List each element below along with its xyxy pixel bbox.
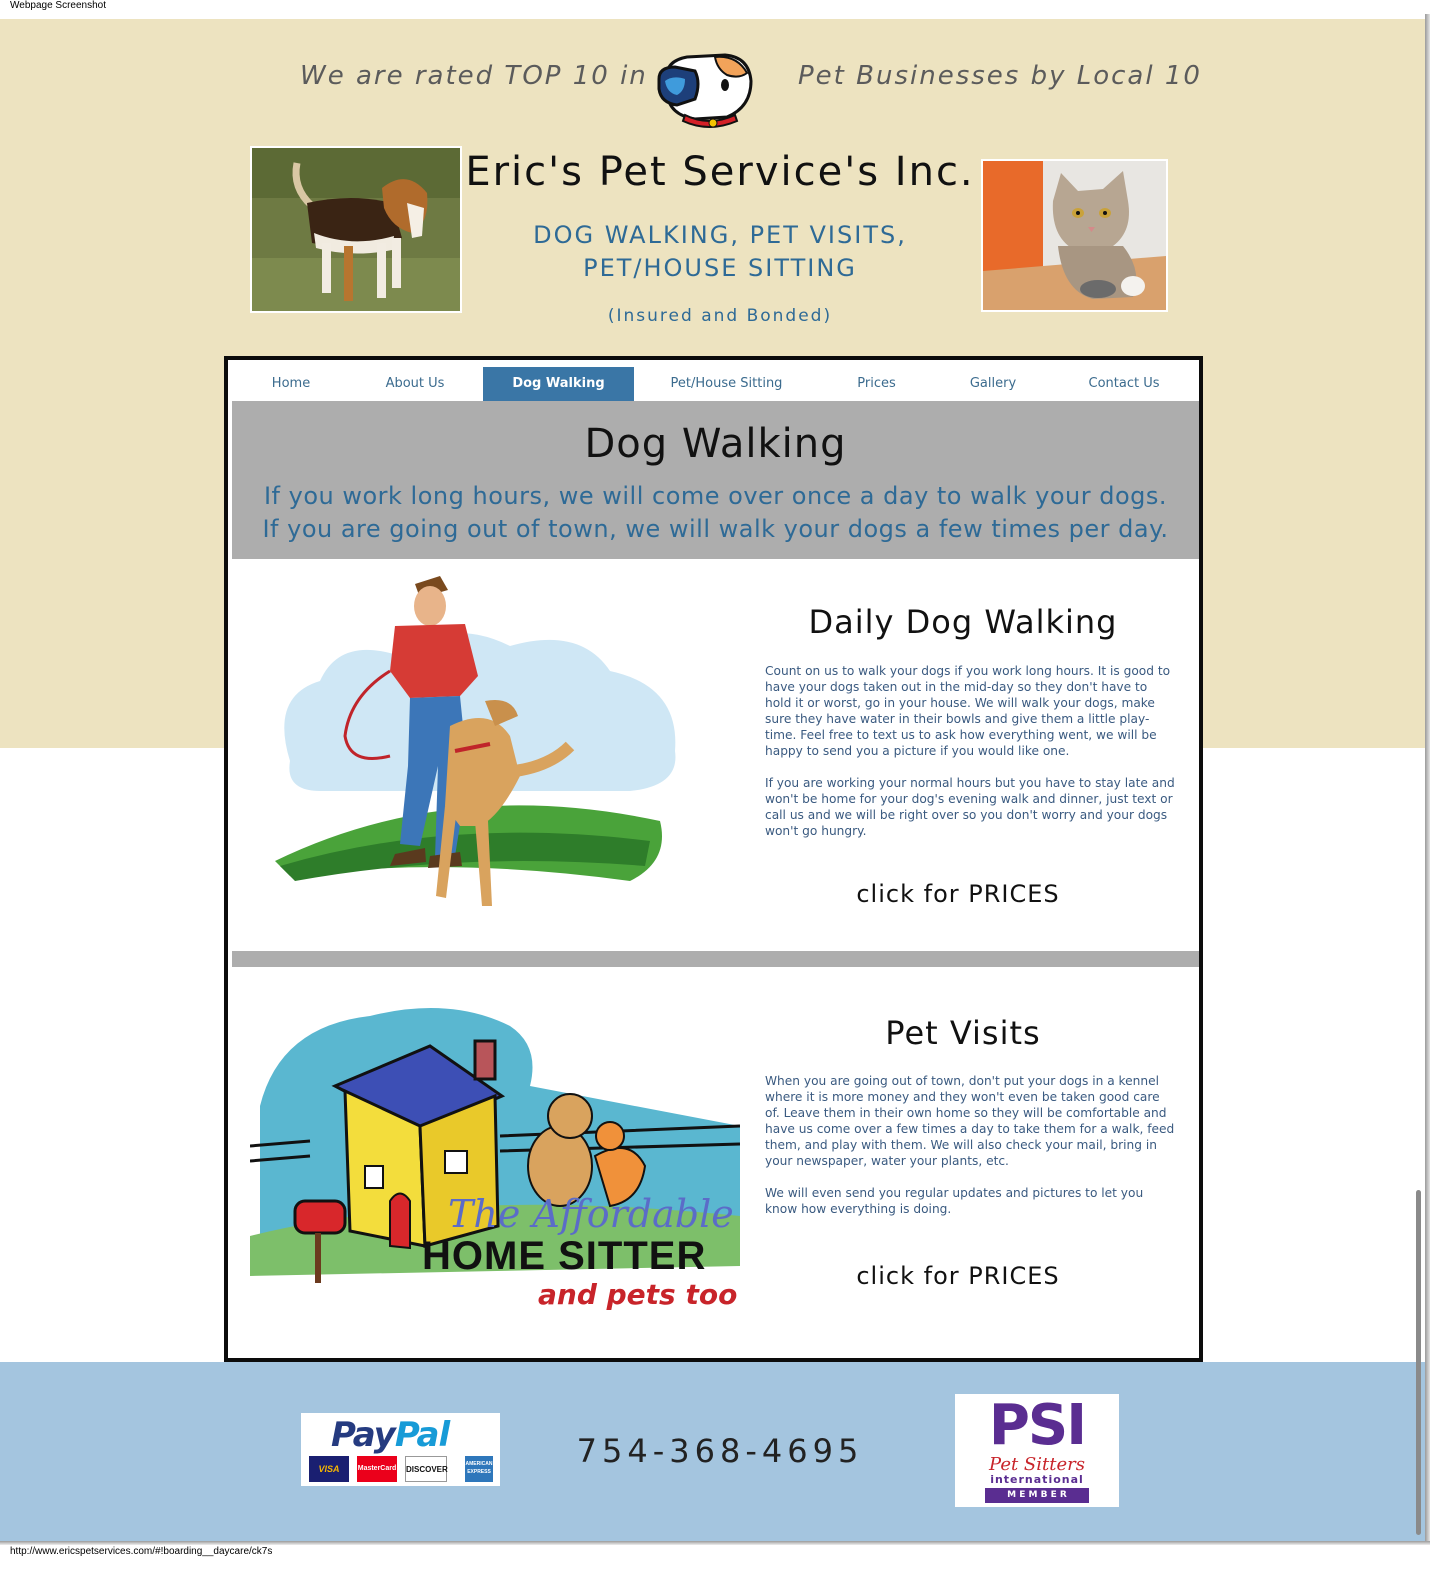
discover-card-icon: DISCOVER [405, 1456, 448, 1482]
phone-number: 754-368-4695 [576, 1432, 864, 1470]
mastercard-icon: MasterCard [357, 1456, 397, 1482]
scrollbar-thumb[interactable] [1416, 1190, 1421, 1535]
pet-visits-paragraph-2: We will even send you regular updates an… [765, 1186, 1144, 1216]
home-sitter-art-line-3: and pets too [538, 1278, 738, 1311]
page-heading: Dog Walking [584, 421, 847, 467]
services-line-2: PET/HOUSE SITTING [583, 254, 857, 282]
paypal-badge: PayPal VISA MasterCard DISCOVER AMERICAN… [301, 1413, 500, 1486]
daily-dog-walking-text: Count on us to walk your dogs if you wor… [765, 663, 1177, 855]
dog-walker-illustration [250, 576, 690, 926]
home-sitter-art-line-1: The Affordable [448, 1192, 734, 1236]
home-sitter-art-line-2: HOME SITTER [422, 1234, 707, 1278]
page-shadow [1425, 14, 1430, 1544]
psi-pet-sitters-text: Pet Sitters [989, 1454, 1085, 1475]
nav-pet-house-sitting[interactable]: Pet/House Sitting [634, 367, 819, 401]
intro-line-2: If you are going out of town, we will wa… [262, 515, 1169, 543]
daily-dog-walking-title: Daily Dog Walking [808, 603, 1118, 641]
nav-prices[interactable]: Prices [819, 367, 934, 401]
rated-text-left: We are rated TOP 10 in [300, 61, 648, 91]
insured-bonded-text: (Insured and Bonded) [607, 306, 833, 326]
rated-text-right: Pet Businesses by Local 10 [798, 61, 1202, 91]
pet-visits-title: Pet Visits [885, 1014, 1041, 1052]
intro-line-1: If you work long hours, we will come ove… [263, 482, 1168, 510]
screenshot-caption: Webpage Screenshot [10, 0, 106, 11]
psi-member-text: M E M B E R [985, 1488, 1089, 1503]
services-line-1: DOG WALKING, PET VISITS, [533, 221, 907, 249]
nav-gallery[interactable]: Gallery [934, 367, 1052, 401]
status-bar-url: http://www.ericspetservices.com/#!boardi… [10, 1546, 273, 1557]
beagle-photo [250, 146, 462, 313]
dog-mascot-logo [657, 53, 753, 128]
dog-walking-prices-link[interactable]: click for PRICES [803, 880, 1113, 908]
main-nav: Home About Us Dog Walking Pet/House Sitt… [235, 367, 1196, 401]
psi-logo: PSI [988, 1393, 1087, 1458]
nav-contact-us[interactable]: Contact Us [1052, 367, 1196, 401]
nav-dog-walking[interactable]: Dog Walking [483, 367, 634, 401]
paypal-word-pal: Pal [394, 1415, 450, 1455]
section-divider [232, 951, 1199, 967]
pet-visits-text: When you are going out of town, don't pu… [765, 1073, 1177, 1233]
amex-card-icon: AMERICAN EXPRESS [465, 1456, 493, 1482]
nav-about-us[interactable]: About Us [347, 367, 483, 401]
psi-international-text: international [990, 1473, 1084, 1486]
intro-band: Dog Walking If you work long hours, we w… [232, 401, 1199, 559]
nav-home[interactable]: Home [235, 367, 347, 401]
content-frame: Home About Us Dog Walking Pet/House Sitt… [224, 356, 1203, 1362]
paypal-logo: PayPal [331, 1415, 450, 1455]
psi-member-badge: PSI Pet Sitters international M E M B E … [955, 1394, 1119, 1507]
site-title: Eric's Pet Service's Inc. [465, 149, 975, 195]
pet-visits-paragraph-1: When you are going out of town, don't pu… [765, 1074, 1175, 1168]
footer: PayPal VISA MasterCard DISCOVER AMERICAN… [0, 1362, 1425, 1541]
pet-visits-prices-link[interactable]: click for PRICES [803, 1262, 1113, 1290]
daily-dog-walking-paragraph-2: If you are working your normal hours but… [765, 776, 1175, 838]
paypal-word-pay: Pay [331, 1415, 396, 1455]
webpage: We are rated TOP 10 in Pet Businesses by… [0, 19, 1425, 1541]
home-sitter-illustration: The Affordable HOME SITTER and pets too [250, 986, 740, 1321]
cat-photo [981, 159, 1168, 312]
daily-dog-walking-paragraph-1: Count on us to walk your dogs if you wor… [765, 664, 1171, 758]
visa-card-icon: VISA [309, 1456, 349, 1482]
page-shadow-bottom [0, 1541, 1430, 1545]
